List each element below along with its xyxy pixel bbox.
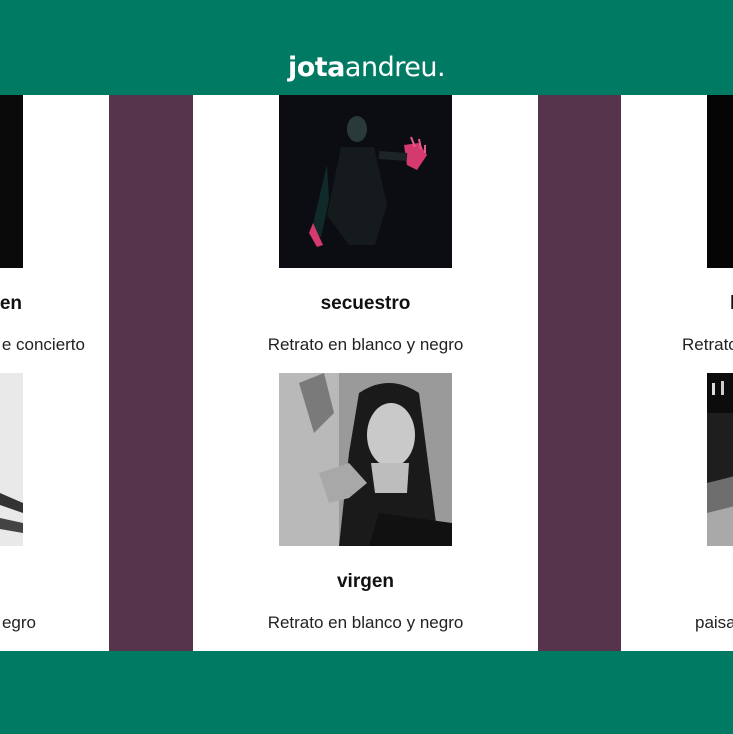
gallery-photo-secuestro[interactable] (279, 95, 452, 268)
gallery-item-description: Retrato en blanco y negro (267, 335, 464, 354)
bw-portrait-photo (0, 373, 23, 546)
gallery-item-description: Retrato en blanco y negro (267, 613, 464, 632)
bw-street-photo (707, 373, 733, 546)
gallery-column-right: l Retrato paisa (621, 95, 733, 651)
gallery-photo-bw-street[interactable] (707, 373, 733, 546)
gallery-photo-dark-portrait[interactable] (0, 95, 23, 268)
dark-portrait-photo (0, 95, 23, 268)
gallery-item-description: egro (1, 613, 36, 632)
gallery-item-title[interactable]: virgen (193, 571, 538, 593)
gallery-item-description: Retrato (682, 335, 733, 354)
logo-light-part: andreu (344, 52, 438, 83)
divider-stripe-right (538, 95, 621, 651)
gallery-photo-dark[interactable] (707, 95, 733, 268)
bw-woman-portrait-photo (279, 373, 452, 546)
gallery-item-description: paisa (695, 613, 733, 632)
site-footer (0, 651, 733, 734)
gallery-item-title[interactable]: secuestro (193, 293, 538, 315)
gallery-column-left: en e concierto egro (0, 95, 109, 651)
dark-photo (707, 95, 733, 268)
gallery-item-title[interactable]: en (0, 293, 22, 315)
site-logo[interactable]: jotaandreu. (0, 50, 733, 86)
logo-dot: . (436, 52, 446, 83)
gallery-photo-bw-portrait[interactable] (0, 373, 23, 546)
gallery-column-center: secuestro Retrato en blanco y negro virg… (193, 95, 538, 651)
gallery-item-description: e concierto (1, 335, 85, 354)
gallery-photo-virgen[interactable] (279, 373, 452, 546)
logo-bold-part: jota (287, 52, 345, 83)
neon-figure-photo (279, 95, 452, 268)
divider-stripe-left (109, 95, 193, 651)
site-header: jotaandreu. (0, 0, 733, 95)
